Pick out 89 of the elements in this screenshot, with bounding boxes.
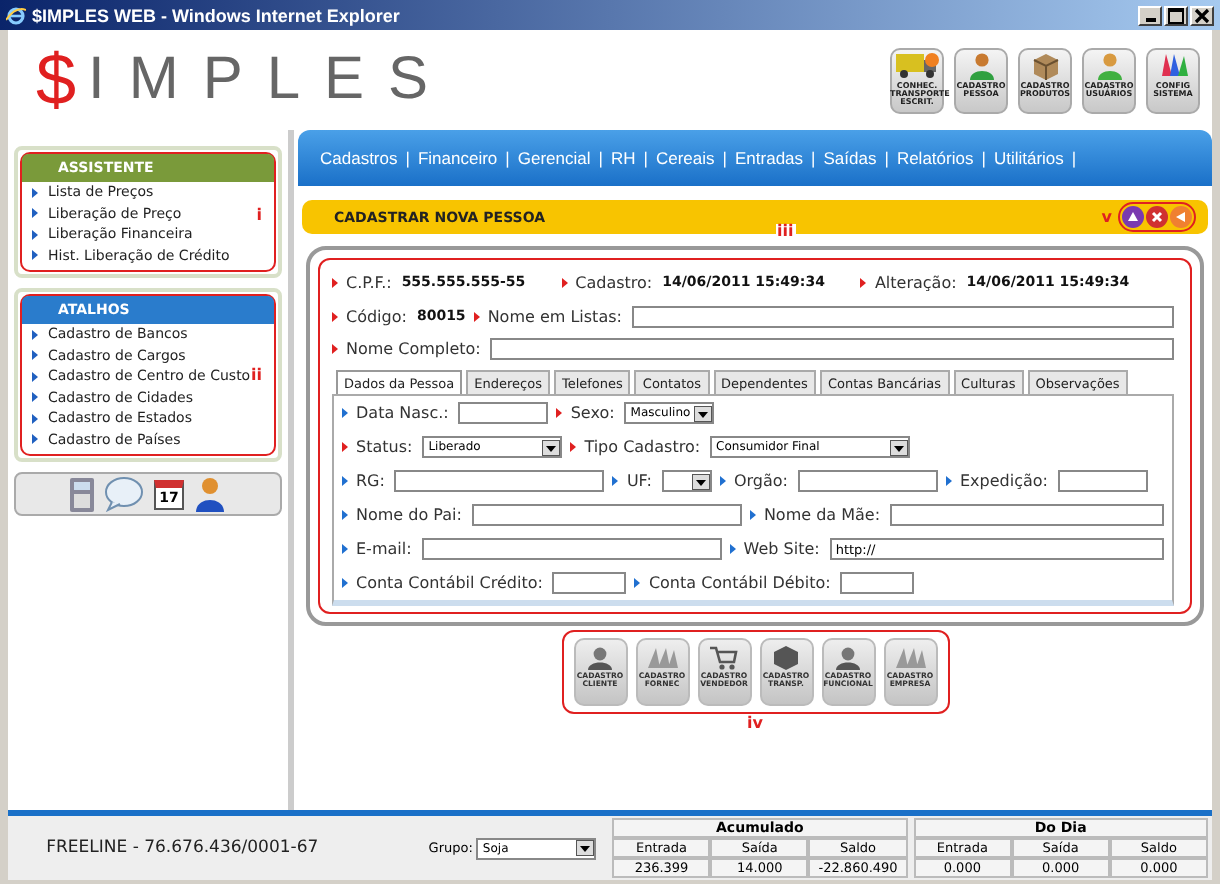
field-label: Expedição: (960, 472, 1048, 491)
menu-item[interactable]: Cereais (655, 148, 715, 168)
input-field[interactable] (490, 338, 1174, 361)
person-icon (967, 51, 995, 79)
menu-separator: | (1071, 148, 1077, 168)
bullet-arrow-icon (332, 344, 338, 355)
logo-symbol: $ (36, 44, 77, 116)
field-label: Conta Contábil Crédito: (356, 574, 543, 593)
cart-icon (710, 646, 738, 670)
person-icon (1095, 51, 1123, 79)
field-label: UF: (626, 472, 652, 491)
field-label: Nome da Mãe: (763, 506, 881, 525)
minimize-button[interactable] (1138, 5, 1162, 25)
logo-text: IMPLES (88, 50, 453, 110)
window-title: $IMPLES WEB - Windows Internet Explorer (32, 5, 402, 25)
bullet-arrow-icon (332, 277, 338, 288)
menu-item[interactable]: RH (610, 148, 636, 168)
up-arrow-button[interactable] (1122, 206, 1144, 228)
bullet-arrow-icon (561, 277, 568, 288)
field-label: Cadastro: (575, 273, 653, 292)
annotation-label: iv (747, 714, 763, 732)
menu-separator: | (598, 148, 603, 168)
person-icon (836, 646, 860, 670)
field-label: Nome Completo: (346, 340, 481, 359)
menu-item[interactable]: Gerencial (517, 148, 591, 168)
field-label: E-mail: (356, 540, 412, 559)
dropdown-arrow-icon (542, 439, 561, 456)
menu-item[interactable]: Relatórios (896, 148, 974, 168)
maximize-button[interactable] (1164, 5, 1188, 25)
input-field[interactable] (840, 572, 915, 595)
calculator-icon[interactable] (70, 477, 94, 511)
bullet-arrow-icon (332, 311, 338, 321)
field-label: Alteração: (874, 273, 957, 292)
bullet-arrow-icon (473, 311, 480, 321)
field-label: RG: (356, 472, 385, 491)
field-label: C.P.F.: (346, 273, 392, 292)
input-field[interactable] (421, 538, 722, 561)
dropdown-arrow-icon (694, 405, 713, 422)
field-label: Orgão: (733, 472, 788, 491)
chat-bubble-icon[interactable] (104, 476, 144, 512)
palette-icon (1157, 51, 1189, 79)
input-field[interactable] (890, 504, 1164, 527)
browser-icon (6, 5, 26, 25)
menu-item[interactable]: Financeiro (417, 148, 498, 168)
field-label: Sexo: (570, 404, 615, 423)
annotation-label: v (1101, 208, 1112, 226)
maximize-icon (1168, 7, 1184, 23)
person-icon (588, 646, 612, 670)
bullet-arrow-icon (860, 277, 867, 288)
input-field[interactable] (458, 402, 549, 425)
dropdown-arrow-icon (691, 473, 710, 490)
annotation-label: i (256, 205, 262, 224)
menu-item[interactable]: Saídas (823, 148, 877, 168)
annotation-label: iii (775, 223, 796, 239)
input-field[interactable] (1057, 470, 1148, 493)
close-icon (1194, 7, 1210, 23)
menu-separator: | (722, 148, 727, 168)
menu-separator: | (811, 148, 816, 168)
truck-icon (895, 51, 939, 79)
person-icon[interactable] (194, 476, 226, 512)
input-field[interactable] (631, 305, 1174, 327)
menu-separator: | (405, 148, 410, 168)
field-label: Código: (346, 307, 407, 325)
field-label: Status: (356, 438, 413, 457)
menu-item[interactable]: Entradas (735, 148, 804, 168)
field-label: Conta Contábil Débito: (648, 574, 831, 593)
minimize-icon (1145, 18, 1155, 22)
field-label: Web Site: (743, 540, 820, 559)
dropdown[interactable] (661, 470, 712, 493)
input-field[interactable] (394, 470, 605, 493)
field-label: Data Nasc.: (356, 404, 449, 423)
input-field[interactable] (552, 572, 627, 595)
back-arrow-button[interactable] (1170, 206, 1192, 228)
dropdown-arrow-icon (890, 439, 909, 456)
input-field[interactable] (798, 470, 938, 493)
menu-item[interactable]: Utilitários (993, 148, 1064, 168)
dropdown-arrow-icon (576, 840, 595, 856)
menu-separator: | (643, 148, 648, 168)
menu-separator: | (505, 148, 510, 168)
field-label: Nome do Pai: (356, 506, 462, 525)
annotation-label: ii (251, 366, 262, 385)
menu-separator: | (981, 148, 986, 168)
company-text: FREELINE - 76.676.436/0001-67 (44, 838, 321, 858)
close-button[interactable] (1190, 5, 1214, 25)
menu-item[interactable]: Cadastros (320, 148, 398, 168)
menu-separator: | (884, 148, 889, 168)
input-field[interactable] (471, 504, 742, 527)
field-label: Nome em Listas: (487, 307, 622, 325)
field-label: Tipo Cadastro: (584, 438, 701, 457)
